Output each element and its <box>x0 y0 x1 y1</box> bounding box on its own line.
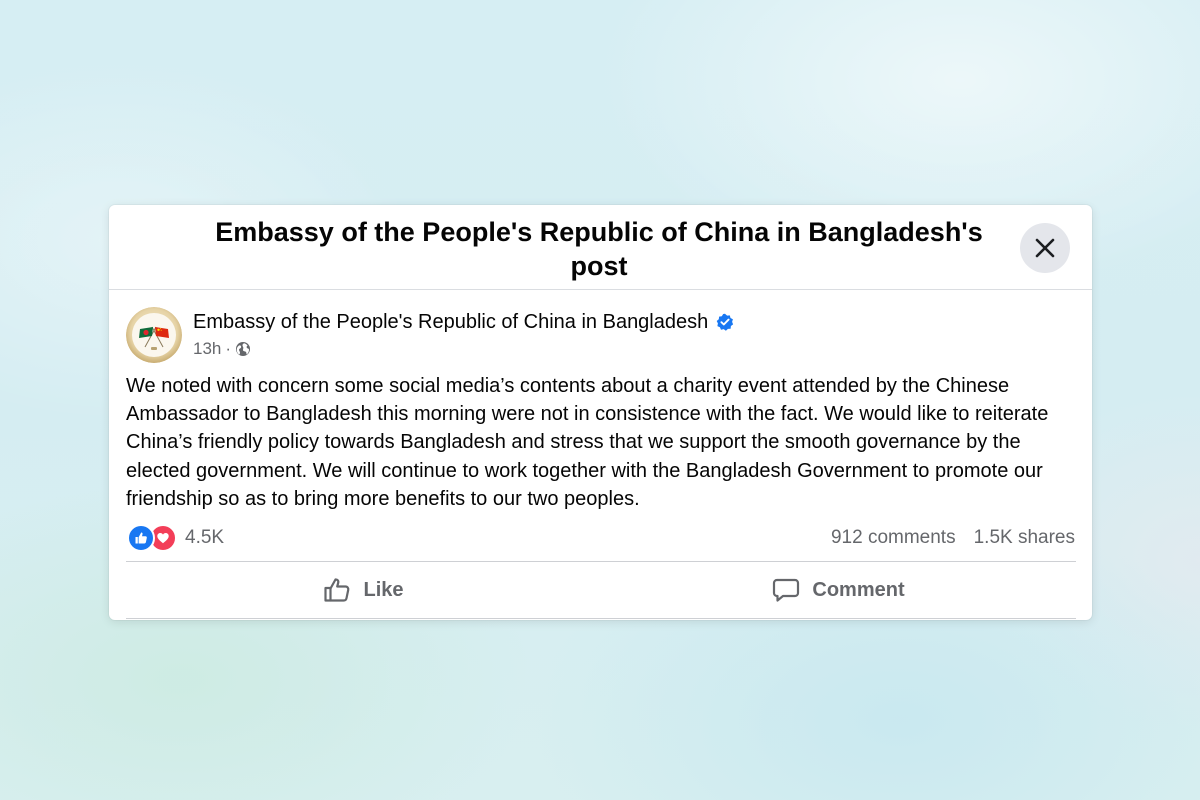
thumbs-up-icon <box>324 578 350 602</box>
reactions-summary[interactable]: 4.5K <box>127 524 225 552</box>
page-name-row: Embassy of the People's Republic of Chin… <box>193 309 734 335</box>
like-label: Like <box>363 578 404 601</box>
divider-bottom <box>126 618 1076 619</box>
comment-button[interactable]: Comment <box>601 563 1076 617</box>
comment-icon <box>773 578 800 602</box>
page-name[interactable]: Embassy of the People's Republic of Chin… <box>193 309 708 335</box>
divider-top <box>126 561 1076 562</box>
globe-icon[interactable] <box>235 341 251 357</box>
like-icon <box>127 524 155 552</box>
comments-count[interactable]: 912 comments <box>831 526 956 550</box>
dialog-header: Embassy of the People's Republic of Chin… <box>109 205 1092 290</box>
dialog-title: Embassy of the People's Republic of Chin… <box>215 217 983 281</box>
page-avatar[interactable] <box>126 307 182 363</box>
post-timestamp[interactable]: 13h <box>193 338 221 360</box>
verified-badge-icon <box>716 313 734 331</box>
post-dialog: Embassy of the People's Republic of Chin… <box>109 205 1092 620</box>
post-body-text: We noted with concern some social media’… <box>126 375 1049 510</box>
action-bar: Like Comment <box>126 563 1076 617</box>
close-icon <box>1035 238 1055 258</box>
like-button[interactable]: Like <box>126 563 601 617</box>
shares-count[interactable]: 1.5K shares <box>974 526 1075 550</box>
reaction-count: 4.5K <box>185 527 225 548</box>
embassy-flags-logo <box>126 307 182 363</box>
close-button[interactable] <box>1020 223 1070 273</box>
post-meta: 13h · <box>193 338 251 360</box>
comment-label: Comment <box>812 578 905 601</box>
meta-separator: · <box>225 339 232 358</box>
engagement-stats: 912 comments 1.5K shares <box>831 526 1075 550</box>
